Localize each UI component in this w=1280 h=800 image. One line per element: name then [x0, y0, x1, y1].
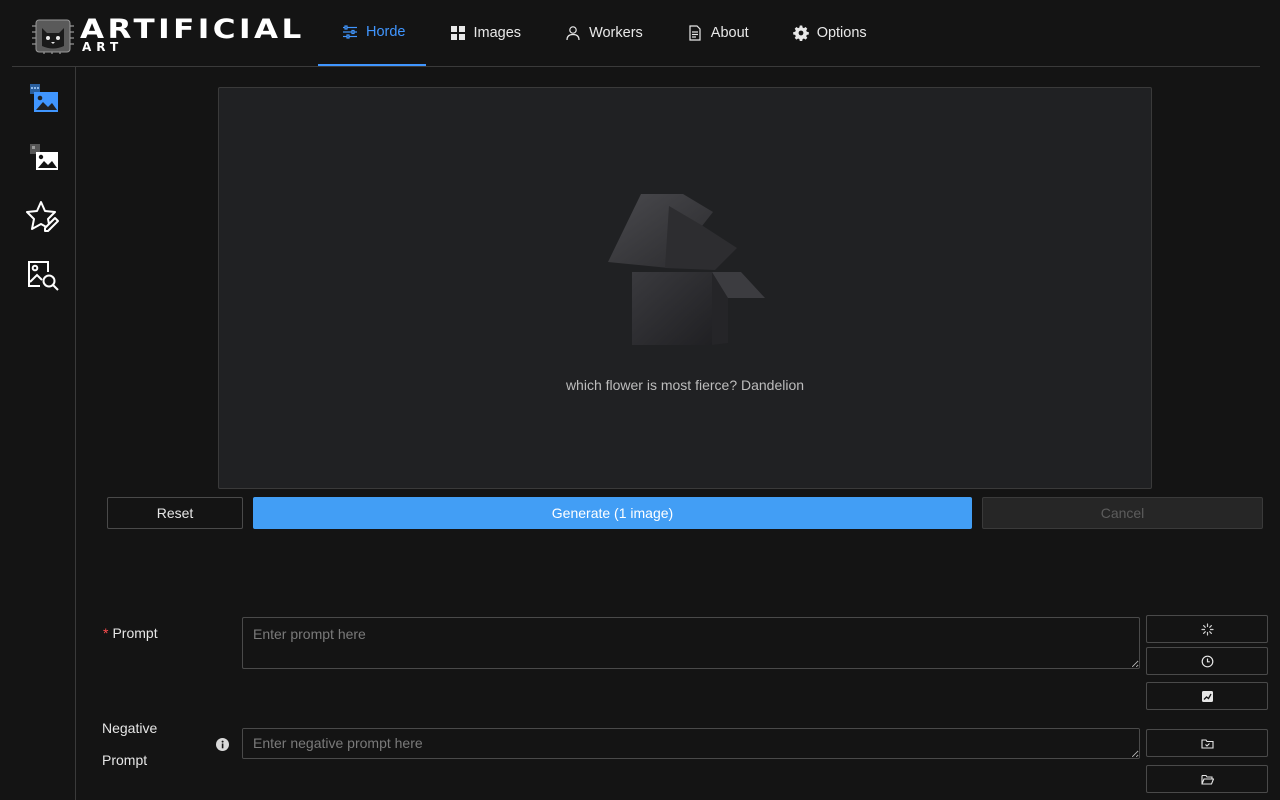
negative-prompt-label-line2: Prompt — [102, 752, 148, 768]
sidebar-image-search[interactable] — [26, 258, 62, 294]
clock-icon — [1201, 655, 1213, 667]
nav-tab-workers[interactable]: Workers — [541, 0, 663, 66]
grid-icon — [450, 26, 465, 40]
prompt-style-button[interactable] — [1146, 682, 1268, 710]
nav-tab-horde[interactable]: Horde — [318, 0, 426, 66]
nav-tab-images[interactable]: Images — [426, 0, 542, 66]
image-preview-panel: which flower is most fierce? Dandelion — [218, 87, 1152, 489]
empty-box-icon — [608, 194, 765, 345]
gear-icon — [792, 25, 809, 41]
generate-button[interactable]: Generate (1 image) — [253, 497, 972, 529]
sliders-icon — [343, 25, 357, 39]
top-header: ARTIFICIAL ART Horde Images Workers Abou… — [12, 0, 1260, 67]
prompt-random-button[interactable] — [1146, 615, 1268, 643]
sidebar-image-to-image[interactable] — [26, 140, 62, 176]
text-to-image-icon — [30, 84, 58, 112]
folder-open-icon — [1200, 774, 1214, 785]
brand-subtitle: ART — [82, 40, 124, 54]
loading-spinner-icon — [1200, 622, 1214, 636]
prompt-input[interactable] — [242, 617, 1140, 669]
negative-prompt-load-button[interactable] — [1146, 765, 1268, 793]
document-icon — [689, 25, 701, 41]
cancel-button[interactable]: Cancel — [982, 497, 1263, 529]
info-icon[interactable] — [216, 738, 229, 751]
negative-prompt-save-button[interactable] — [1146, 729, 1268, 757]
folder-check-icon — [1200, 738, 1214, 749]
negative-prompt-input[interactable] — [242, 728, 1140, 759]
prompt-label: * Prompt — [103, 625, 158, 641]
negative-prompt-label-line1: Negative — [102, 720, 158, 736]
prompt-label-text: Prompt — [112, 625, 158, 641]
preview-message: which flower is most fierce? Dandelion — [565, 377, 805, 393]
reset-button[interactable]: Reset — [107, 497, 243, 529]
nav-tab-label: About — [710, 25, 749, 41]
image-chart-icon — [1201, 690, 1213, 702]
image-search-icon — [28, 261, 59, 291]
prompt-history-button[interactable] — [1146, 647, 1268, 675]
tool-sidebar — [0, 67, 76, 800]
image-to-image-icon — [30, 144, 58, 170]
user-icon — [566, 26, 580, 41]
nav-tab-about[interactable]: About — [663, 0, 769, 66]
nav-tab-label: Images — [473, 25, 522, 41]
required-mark: * — [103, 625, 109, 641]
main-nav: Horde Images Workers About Options — [318, 0, 887, 67]
sidebar-favorites[interactable] — [26, 199, 62, 235]
nav-tab-label: Options — [816, 25, 867, 41]
cat-chip-logo-icon — [32, 19, 74, 54]
nav-tab-options[interactable]: Options — [769, 0, 887, 66]
nav-tab-label: Workers — [589, 25, 643, 41]
star-pencil-icon — [26, 201, 59, 232]
brand-logo[interactable]: ARTIFICIAL ART — [32, 14, 302, 56]
sidebar-text-to-image[interactable] — [26, 82, 62, 118]
nav-tab-label: Horde — [366, 24, 406, 40]
